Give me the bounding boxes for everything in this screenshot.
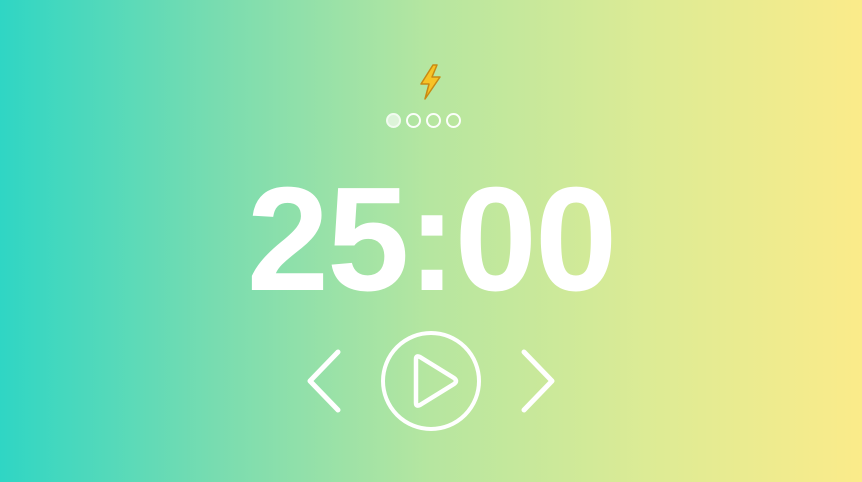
lightning-bolt-icon xyxy=(415,64,445,100)
session-dot-pending xyxy=(406,113,421,128)
next-button[interactable] xyxy=(512,346,562,416)
play-icon xyxy=(413,354,459,408)
timer-display: 25:00 xyxy=(246,157,618,322)
chevron-left-icon xyxy=(307,349,341,413)
session-dot-completed xyxy=(386,113,401,128)
previous-button[interactable] xyxy=(300,346,350,416)
chevron-right-icon xyxy=(521,349,555,413)
play-button[interactable] xyxy=(380,330,482,432)
session-dot-pending xyxy=(446,113,461,128)
session-progress-dots xyxy=(386,113,461,128)
session-dot-pending xyxy=(426,113,441,128)
